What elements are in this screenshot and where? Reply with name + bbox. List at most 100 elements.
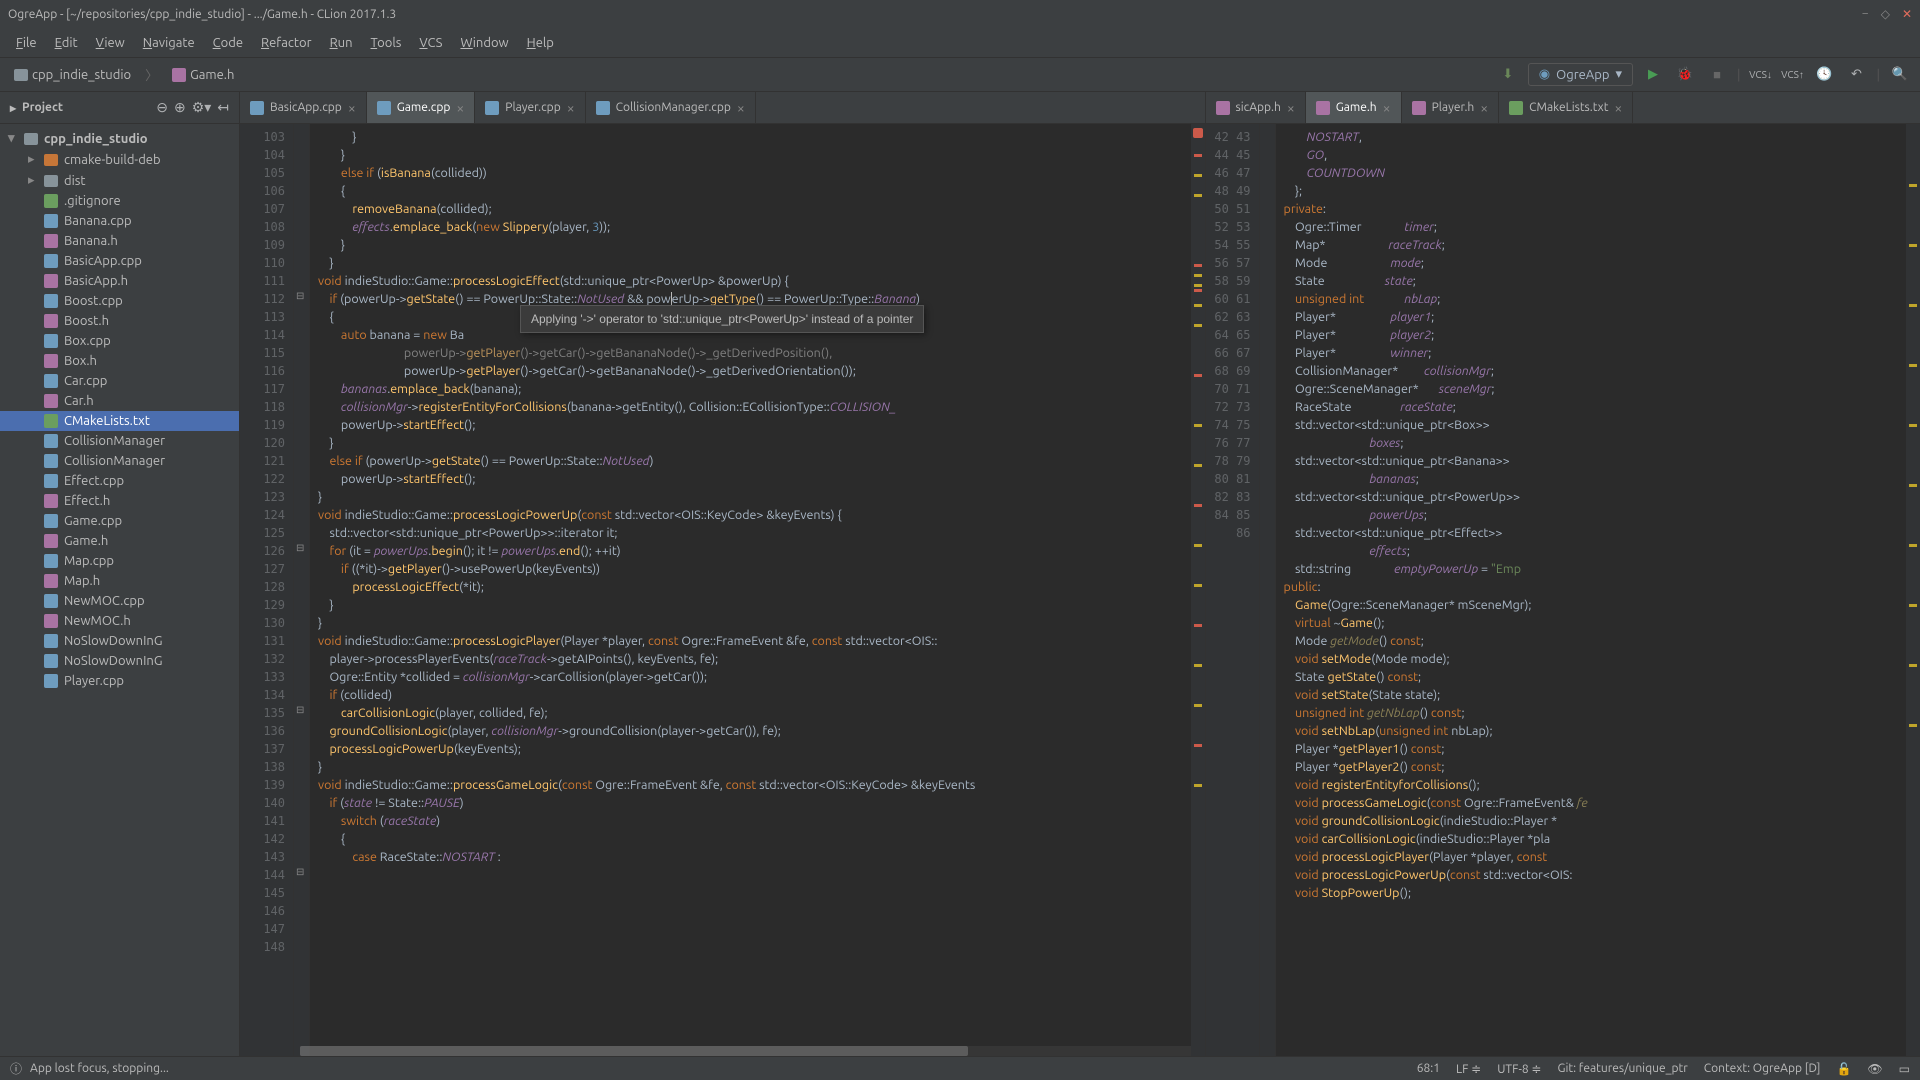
tree-item[interactable]: CollisionManager	[0, 431, 239, 451]
menu-edit[interactable]: Edit	[47, 32, 86, 54]
tree-item[interactable]: NewMOC.cpp	[0, 591, 239, 611]
menu-vcs[interactable]: VCS	[411, 32, 450, 54]
breadcrumb-file-label: Game.h	[190, 68, 234, 82]
tree-item[interactable]: CollisionManager	[0, 451, 239, 471]
tab[interactable]: CollisionManager.cpp×	[586, 92, 756, 123]
toolbar: cpp_indie_studio 〉 Game.h ⬇ ◉ OgreApp ▾ …	[0, 58, 1920, 92]
project-tree[interactable]: ▾cpp_indie_studio▸cmake-build-deb▸dist.g…	[0, 124, 239, 1056]
tree-item[interactable]: NoSlowDownInG	[0, 631, 239, 651]
close-tab-icon[interactable]: ×	[456, 100, 464, 116]
tab[interactable]: sicApp.h×	[1206, 92, 1306, 123]
breadcrumb-project[interactable]: cpp_indie_studio	[8, 66, 137, 84]
tree-item[interactable]: Car.cpp	[0, 371, 239, 391]
context[interactable]: Context: OgreApp [D]	[1704, 1062, 1821, 1076]
tree-item[interactable]: NewMOC.h	[0, 611, 239, 631]
menu-file[interactable]: File	[8, 32, 45, 54]
vcs-update-icon[interactable]: VCS↓	[1749, 63, 1773, 87]
close-tab-icon[interactable]: ×	[348, 100, 356, 116]
tree-item[interactable]: BasicApp.h	[0, 271, 239, 291]
menu-run[interactable]: Run	[322, 32, 361, 54]
error-stripe-left[interactable]	[1191, 124, 1205, 1056]
build-icon[interactable]: ⬇	[1496, 63, 1520, 87]
tree-item[interactable]: Banana.h	[0, 231, 239, 251]
error-stripe-right[interactable]	[1906, 124, 1920, 1056]
close-icon[interactable]: ✕	[1902, 7, 1912, 21]
menubar: FileEditViewNavigateCodeRefactorRunTools…	[0, 28, 1920, 58]
fold-gutter-right[interactable]	[1260, 124, 1276, 1056]
tree-item[interactable]: Boost.cpp	[0, 291, 239, 311]
minimize-icon[interactable]: −	[1862, 7, 1869, 21]
menu-navigate[interactable]: Navigate	[135, 32, 203, 54]
menu-refactor[interactable]: Refactor	[253, 32, 320, 54]
tree-item[interactable]: NoSlowDownInG	[0, 651, 239, 671]
tree-item[interactable]: Car.h	[0, 391, 239, 411]
tab[interactable]: Game.h×	[1306, 92, 1402, 123]
hide-icon[interactable]: ↤	[217, 99, 229, 116]
vcs-commit-icon[interactable]: VCS↑	[1781, 63, 1805, 87]
run-button[interactable]: ▶	[1641, 63, 1665, 87]
tree-item[interactable]: Map.cpp	[0, 551, 239, 571]
tree-item[interactable]: Effect.h	[0, 491, 239, 511]
tree-item[interactable]: BasicApp.cpp	[0, 251, 239, 271]
close-tab-icon[interactable]: ×	[1383, 100, 1391, 116]
menu-code[interactable]: Code	[205, 32, 251, 54]
collapse-icon[interactable]: ⊖	[156, 99, 168, 116]
stop-button[interactable]: ■	[1705, 63, 1729, 87]
revert-icon[interactable]: ↶	[1845, 63, 1869, 87]
tree-item[interactable]: Player.cpp	[0, 671, 239, 691]
close-tab-icon[interactable]: ×	[1480, 100, 1488, 116]
tree-item[interactable]: ▸cmake-build-deb	[0, 149, 239, 170]
memory-icon[interactable]: ▭	[1899, 1062, 1910, 1076]
git-branch[interactable]: Git: features/unique_ptr	[1558, 1062, 1688, 1076]
code-left[interactable]: } } else if (isBanana(collided)) { remov…	[310, 124, 1191, 1056]
tab[interactable]: Game.cpp×	[367, 92, 476, 123]
tree-item[interactable]: Game.cpp	[0, 511, 239, 531]
info-icon[interactable]: ⓘ	[10, 1060, 22, 1077]
menu-window[interactable]: Window	[452, 32, 516, 54]
menu-tools[interactable]: Tools	[363, 32, 410, 54]
tree-item[interactable]: ▾cpp_indie_studio	[0, 128, 239, 149]
search-icon[interactable]: 🔍	[1888, 63, 1912, 87]
tree-item[interactable]: Boost.h	[0, 311, 239, 331]
scroll-to-icon[interactable]: ⊕	[174, 99, 186, 116]
panel-toggle-icon[interactable]: ▸	[10, 101, 16, 115]
caret-position[interactable]: 68:1	[1417, 1062, 1440, 1076]
code-right[interactable]: NOSTART, GO, COUNTDOWN };private: Ogre::…	[1276, 124, 1906, 1056]
error-indicator-icon[interactable]	[1193, 128, 1203, 138]
tab[interactable]: Player.cpp×	[475, 92, 585, 123]
fold-gutter-left[interactable]: ⊟⊟⊟⊟	[294, 124, 310, 1056]
close-tab-icon[interactable]: ×	[737, 100, 745, 116]
tree-item[interactable]: CMakeLists.txt	[0, 411, 239, 431]
gear-icon[interactable]: ⚙▾	[192, 99, 212, 116]
tab[interactable]: CMakeLists.txt×	[1499, 92, 1633, 123]
tab[interactable]: BasicApp.cpp×	[240, 92, 367, 123]
tree-item[interactable]: Game.h	[0, 531, 239, 551]
tree-item[interactable]: Map.h	[0, 571, 239, 591]
hscroll-left[interactable]	[300, 1046, 1191, 1056]
inspections-icon[interactable]: 👁	[1867, 1062, 1882, 1076]
lock-icon[interactable]: 🔓	[1836, 1062, 1851, 1076]
tab[interactable]: Player.h×	[1402, 92, 1500, 123]
project-panel: ▸ Project ⊖ ⊕ ⚙▾ ↤ ▾cpp_indie_studio▸cma…	[0, 92, 240, 1056]
line-ending[interactable]: LF ≑	[1456, 1062, 1481, 1076]
run-config-select[interactable]: ◉ OgreApp ▾	[1528, 63, 1633, 86]
debug-button[interactable]: 🐞	[1673, 63, 1697, 87]
history-icon[interactable]: 🕓	[1813, 63, 1837, 87]
tree-item[interactable]: Banana.cpp	[0, 211, 239, 231]
tree-item[interactable]: Box.h	[0, 351, 239, 371]
tree-item[interactable]: Box.cpp	[0, 331, 239, 351]
encoding[interactable]: UTF-8 ≑	[1497, 1062, 1541, 1076]
code-area-left[interactable]: 103 104 105 106 107 108 109 110 111 112 …	[240, 124, 1205, 1056]
breadcrumb-file[interactable]: Game.h	[166, 66, 240, 84]
tree-item[interactable]: .gitignore	[0, 191, 239, 211]
close-tab-icon[interactable]: ×	[567, 100, 575, 116]
menu-view[interactable]: View	[88, 32, 133, 54]
close-tab-icon[interactable]: ×	[1614, 100, 1622, 116]
tree-item[interactable]: ▸dist	[0, 170, 239, 191]
maximize-icon[interactable]: ◇	[1881, 7, 1890, 21]
menu-help[interactable]: Help	[519, 32, 562, 54]
tree-item[interactable]: Effect.cpp	[0, 471, 239, 491]
run-config-label: OgreApp	[1556, 68, 1609, 82]
close-tab-icon[interactable]: ×	[1287, 100, 1295, 116]
code-area-right[interactable]: 42 43 44 45 46 47 48 49 50 51 52 53 54 5…	[1206, 124, 1920, 1056]
